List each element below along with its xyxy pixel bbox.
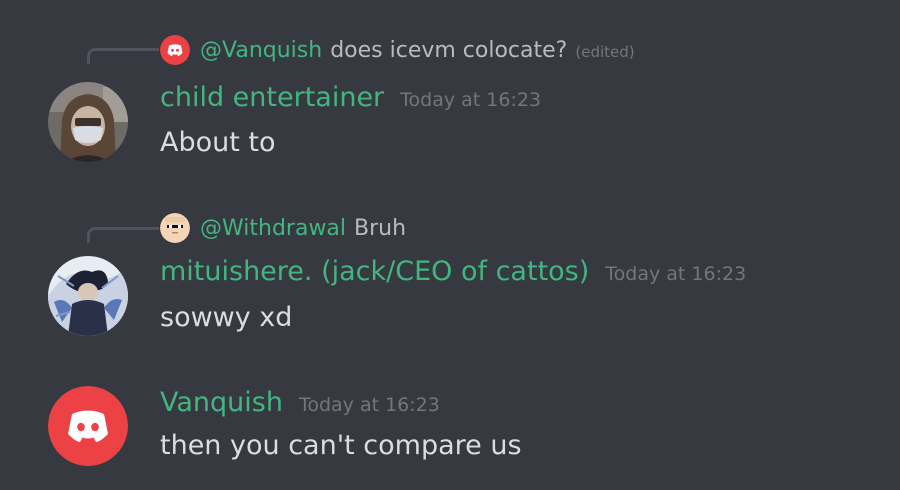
username[interactable]: Vanquish: [160, 387, 283, 418]
message-content: About to: [160, 127, 276, 158]
username[interactable]: child entertainer: [160, 82, 384, 113]
reply-reference[interactable]: @Withdrawal Bruh: [160, 212, 406, 244]
message-content: sowwy xd: [160, 302, 293, 333]
reply-spine: [87, 227, 159, 243]
user-avatar[interactable]: [48, 256, 128, 336]
pixel-face-avatar: [160, 213, 190, 243]
reply-author[interactable]: @Vanquish: [200, 38, 322, 63]
message-content: then you can't compare us: [160, 430, 522, 461]
timestamp[interactable]: Today at 16:23: [605, 263, 746, 285]
message-header: Vanquish Today at 16:23: [160, 387, 440, 423]
user-avatar[interactable]: [48, 82, 128, 162]
discord-logo-icon[interactable]: [48, 386, 128, 466]
reply-reference[interactable]: @Vanquish does icevm colocate? (edited): [160, 34, 635, 66]
reply-spine: [87, 48, 159, 64]
message-header: child entertainer Today at 16:23: [160, 82, 541, 118]
message-header: mituishere. (jack/CEO of cattos) Today a…: [160, 256, 746, 292]
edited-label: (edited): [575, 43, 635, 61]
reply-text: Bruh: [354, 215, 407, 241]
reply-text: does icevm colocate?: [330, 37, 568, 63]
username[interactable]: mituishere. (jack/CEO of cattos): [160, 256, 589, 287]
timestamp[interactable]: Today at 16:23: [299, 394, 440, 416]
timestamp[interactable]: Today at 16:23: [400, 89, 541, 111]
chat-messages: @Vanquish does icevm colocate? (edited) …: [0, 0, 900, 490]
reply-author[interactable]: @Withdrawal: [200, 216, 346, 241]
discord-logo-icon: [160, 35, 190, 65]
